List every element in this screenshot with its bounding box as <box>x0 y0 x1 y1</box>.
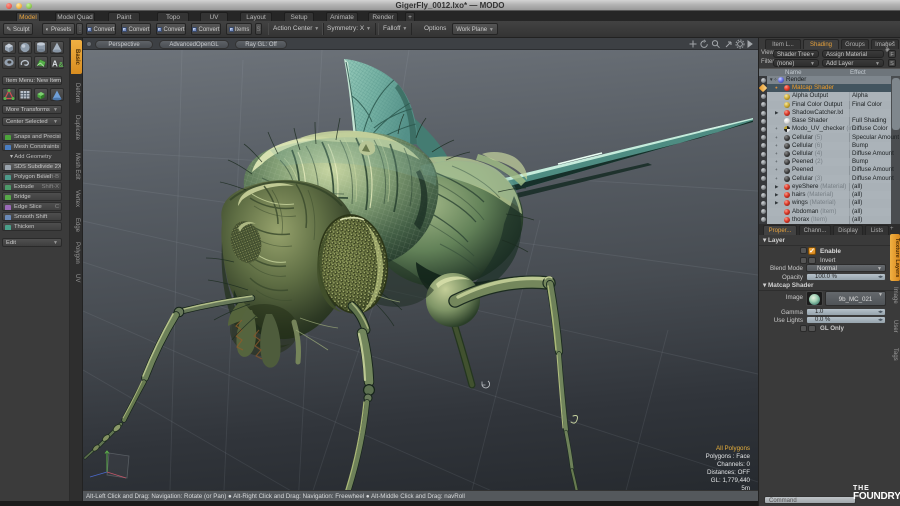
svg-text:Polygons : Face: Polygons : Face <box>706 453 751 460</box>
svg-text:GL: 1,779,440: GL: 1,779,440 <box>711 477 751 484</box>
svg-text:Distances: OFF: Distances: OFF <box>707 469 750 476</box>
svg-text:&: & <box>59 62 64 69</box>
svg-text:All Polygons: All Polygons <box>716 445 750 452</box>
svg-text:Channels: 0: Channels: 0 <box>717 461 751 468</box>
svg-text:A: A <box>52 60 58 69</box>
